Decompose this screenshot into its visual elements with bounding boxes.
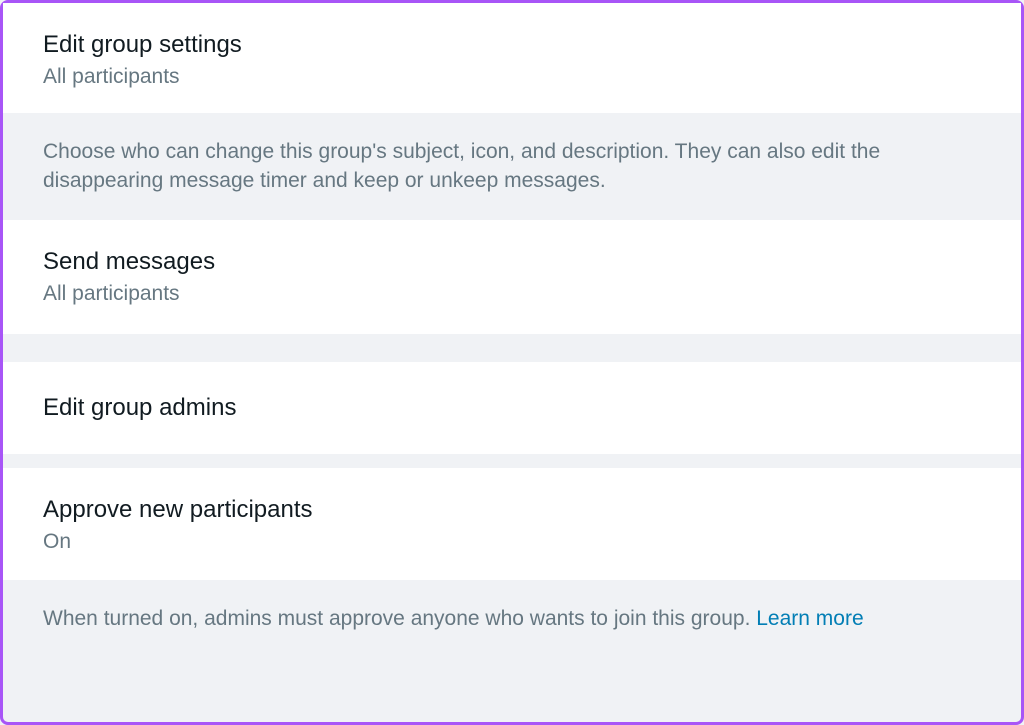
spacer [3,454,1021,468]
edit-group-admins-title: Edit group admins [43,394,981,422]
edit-group-settings-title: Edit group settings [43,31,981,59]
learn-more-link[interactable]: Learn more [756,607,863,630]
edit-group-settings-description: Choose who can change this group's subje… [3,113,1021,220]
approve-participants-row[interactable]: Approve new participants On [3,468,1021,580]
approve-participants-subtitle: On [43,530,981,554]
edit-group-settings-subtitle: All participants [43,65,981,89]
send-messages-title: Send messages [43,248,981,276]
edit-group-settings-row[interactable]: Edit group settings All participants [3,3,1021,113]
send-messages-subtitle: All participants [43,282,981,306]
approve-participants-description-text: When turned on, admins must approve anyo… [43,607,756,630]
approve-participants-description: When turned on, admins must approve anyo… [3,580,1021,657]
approve-participants-title: Approve new participants [43,496,981,524]
send-messages-row[interactable]: Send messages All participants [3,220,1021,334]
edit-group-admins-row[interactable]: Edit group admins [3,362,1021,454]
spacer [3,334,1021,362]
